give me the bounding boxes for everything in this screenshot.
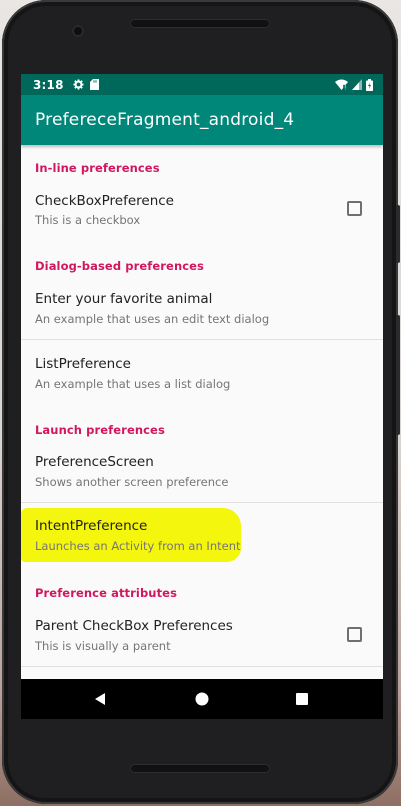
status-time: 3:18 (33, 77, 64, 92)
battery-icon (366, 78, 373, 91)
checkbox-preference-title: CheckBoxPreference (35, 193, 174, 209)
parent-checkbox-preference-summary: This is visually a parent (35, 639, 171, 653)
intent-preference-title: IntentPreference (35, 518, 148, 534)
home-icon (195, 692, 209, 706)
app-title: PrefereceFragment_android_4 (35, 110, 295, 130)
signal-icon (352, 79, 362, 90)
category-dialog-based-preferences: Dialog-based preferences (35, 259, 204, 273)
list-preference[interactable]: ListPreference An example that uses a li… (21, 340, 383, 402)
recents-button[interactable] (282, 679, 322, 719)
preference-screen-title: PreferenceScreen (35, 454, 154, 470)
earpiece-speaker (130, 19, 270, 28)
device-screen: 3:18 ! PrefereceFragment_android_4 In-li… (21, 74, 383, 719)
navigation-bar (21, 679, 383, 719)
sd-card-icon (89, 79, 99, 90)
device-frame: 3:18 ! PrefereceFragment_android_4 In-li… (2, 0, 400, 804)
edit-text-preference-title: Enter your favorite animal (35, 291, 213, 307)
list-preference-title: ListPreference (35, 356, 131, 372)
wifi-icon: ! (335, 79, 348, 90)
checkbox-preference-checkbox[interactable] (347, 201, 362, 216)
divider (21, 666, 383, 667)
volume-button (396, 315, 400, 435)
back-icon (95, 693, 105, 705)
intent-preference[interactable]: IntentPreference Launches an Activity fr… (21, 503, 383, 567)
intent-preference-summary: Launches an Activity from an Intent (35, 539, 241, 553)
highlight-marker (21, 508, 241, 562)
preference-screen[interactable]: PreferenceScreen Shows another screen pr… (21, 445, 383, 503)
category-launch-preferences: Launch preferences (35, 423, 165, 437)
category-inline-preferences: In-line preferences (35, 161, 160, 175)
list-preference-summary: An example that uses a list dialog (35, 377, 231, 391)
edit-text-preference[interactable]: Enter your favorite animal An example th… (21, 281, 383, 339)
recents-icon (296, 693, 308, 705)
edit-text-preference-summary: An example that uses an edit text dialog (35, 312, 270, 326)
svg-text:!: ! (344, 85, 346, 91)
checkbox-preference-summary: This is a checkbox (35, 213, 141, 227)
power-button (396, 205, 400, 263)
preference-screen-summary: Shows another screen preference (35, 475, 229, 489)
app-bar: PrefereceFragment_android_4 (21, 95, 383, 145)
front-camera (72, 25, 84, 37)
gear-icon (73, 79, 84, 90)
parent-checkbox-preference-checkbox[interactable] (347, 627, 362, 642)
back-button[interactable] (80, 679, 120, 719)
status-bar: 3:18 ! (21, 74, 383, 95)
category-preference-attributes: Preference attributes (35, 586, 178, 600)
parent-checkbox-preference-title: Parent CheckBox Preferences (35, 618, 233, 634)
parent-checkbox-preference[interactable]: Parent CheckBox Preferences This is visu… (21, 608, 383, 666)
bottom-speaker (130, 764, 270, 773)
checkbox-preference[interactable]: CheckBoxPreference This is a checkbox (21, 183, 383, 239)
home-button[interactable] (182, 679, 222, 719)
